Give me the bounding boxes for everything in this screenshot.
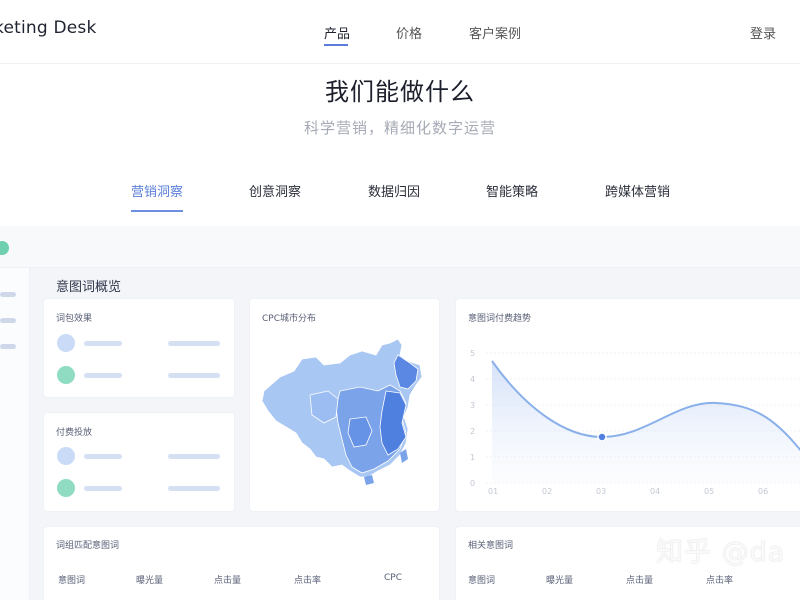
card-title: 词组匹配意图词	[56, 541, 120, 551]
nav-item-cases[interactable]: 客户案例	[469, 23, 521, 42]
tab-smart-strategy[interactable]: 智能策略	[486, 181, 538, 200]
dashboard-sidebar	[0, 268, 30, 600]
brand-logo[interactable]: keting Desk	[0, 18, 97, 38]
x-tick-label: 06	[758, 487, 769, 496]
keyword-effect-card: 词包效果	[44, 299, 234, 397]
sidebar-item[interactable]	[0, 344, 16, 349]
hero-subtitle: 科学营销，精细化数字运营	[303, 119, 496, 137]
table-header-cell: 点击量	[214, 576, 242, 586]
paid-delivery-card: 付费投放	[44, 413, 234, 511]
cpc-city-map-card: CPC城市分布	[250, 299, 439, 511]
table-header-cell: 点击率	[706, 576, 734, 586]
x-tick-label: 01	[488, 487, 499, 496]
phrase-match-table-card: 词组匹配意图词 意图词 曝光量 点击量 点击率 CPC	[44, 527, 439, 600]
x-tick-label: 02	[542, 487, 553, 496]
card-title: 相关意图词	[468, 541, 514, 551]
card-title: 付费投放	[56, 428, 93, 438]
placeholder-bar	[84, 373, 122, 378]
tab-marketing-insight[interactable]: 营销洞察	[131, 181, 183, 200]
placeholder-bar	[84, 341, 122, 346]
tab-data-attribution[interactable]: 数据归因	[368, 181, 420, 200]
x-tick-label: 04	[650, 487, 661, 496]
table-header-cell: 曝光量	[136, 576, 164, 586]
placeholder-bar	[84, 486, 122, 491]
table-header-cell: 意图词	[58, 576, 86, 586]
nav-item-product[interactable]: 产品	[324, 23, 350, 42]
login-link[interactable]: 登录	[750, 23, 776, 42]
nav-item-pricing[interactable]: 价格	[396, 23, 422, 42]
china-map-icon	[261, 338, 423, 485]
placeholder-bar	[168, 486, 220, 491]
placeholder-bar	[168, 341, 220, 346]
legend-dot-icon	[57, 447, 75, 465]
tab-creative-insight[interactable]: 创意洞察	[249, 181, 301, 200]
table-header-cell: 曝光量	[546, 576, 574, 586]
legend-dot-icon	[57, 366, 75, 384]
dashboard-topbar	[0, 226, 800, 268]
status-dot-icon	[0, 241, 9, 255]
nav-active-indicator	[324, 44, 348, 46]
hero-title: 我们能做什么	[325, 78, 475, 106]
placeholder-bar	[168, 373, 220, 378]
tab-cross-media[interactable]: 跨媒体营销	[605, 181, 670, 200]
table-header-cell: 点击率	[294, 576, 322, 586]
x-tick-label: 03	[596, 487, 607, 496]
placeholder-bar	[84, 454, 122, 459]
sidebar-item[interactable]	[0, 292, 16, 297]
top-navbar: keting Desk 产品 价格 客户案例 登录	[0, 0, 800, 64]
trend-line-chart	[486, 352, 800, 484]
placeholder-bar	[168, 454, 220, 459]
section-title: 意图词概览	[56, 280, 122, 295]
table-header-cell: 意图词	[468, 576, 496, 586]
table-header-cell: 点击量	[626, 576, 654, 586]
sidebar-item[interactable]	[0, 318, 16, 323]
table-header-cell: CPC	[384, 573, 402, 583]
keyword-trend-card: 意图词付费趋势 5 4 3 2 1 0 01 02 03 04 05 06	[456, 299, 800, 511]
x-tick-label: 05	[704, 487, 715, 496]
legend-dot-icon	[57, 334, 75, 352]
tab-active-indicator	[131, 210, 183, 212]
zhihu-watermark: 知乎 @da	[656, 537, 786, 568]
card-title: 词包效果	[56, 314, 93, 324]
legend-dot-icon	[57, 479, 75, 497]
